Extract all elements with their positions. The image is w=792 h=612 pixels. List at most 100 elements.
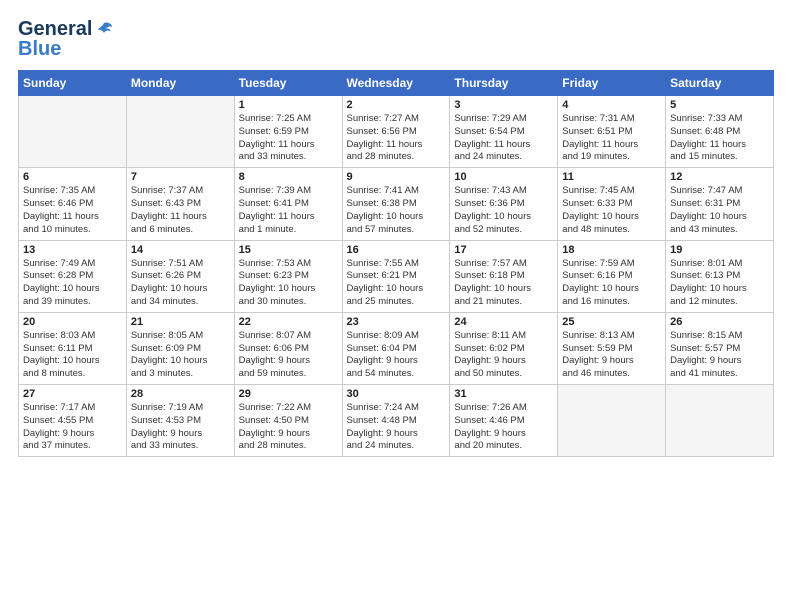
calendar-cell — [558, 385, 666, 457]
day-info: Sunrise: 7:26 AM Sunset: 4:46 PM Dayligh… — [454, 402, 553, 453]
calendar-cell: 22 Sunrise: 8:07 AM Sunset: 6:06 PM Dayli… — [234, 312, 342, 384]
header: General Blue — [18, 18, 774, 60]
day-info: Sunrise: 8:09 AM Sunset: 6:04 PM Dayligh… — [347, 330, 446, 381]
day-info: Sunrise: 7:45 AM Sunset: 6:33 PM Dayligh… — [562, 185, 661, 236]
weekday-header-tuesday: Tuesday — [234, 71, 342, 96]
calendar-cell: 30Sunrise: 7:24 AM Sunset: 4:48 PM Dayli… — [342, 385, 450, 457]
day-number: 22 — [239, 316, 338, 328]
logo-container: General Blue — [18, 18, 114, 60]
logo-bird-icon — [94, 20, 114, 38]
logo-general: General — [18, 18, 92, 40]
calendar-cell: 18 Sunrise: 7:59 AM Sunset: 6:16 PM Dayli… — [558, 240, 666, 312]
day-number: 28 — [131, 388, 230, 400]
calendar-cell: 13 Sunrise: 7:49 AM Sunset: 6:28 PM Dayli… — [19, 240, 127, 312]
day-number: 11 — [562, 171, 661, 183]
day-number: 13 — [23, 244, 122, 256]
day-info: Sunrise: 7:25 AM Sunset: 6:59 PM Dayligh… — [239, 113, 338, 164]
day-info: Sunrise: 7:33 AM Sunset: 6:48 PM Dayligh… — [670, 113, 769, 164]
day-number: 4 — [562, 99, 661, 111]
day-number: 15 — [239, 244, 338, 256]
week-row-2: 6 Sunrise: 7:35 AM Sunset: 6:46 PM Daylig… — [19, 168, 774, 240]
day-info: Sunrise: 7:57 AM Sunset: 6:18 PM Dayligh… — [454, 258, 553, 309]
day-number: 6 — [23, 171, 122, 183]
weekday-header-friday: Friday — [558, 71, 666, 96]
day-number: 23 — [347, 316, 446, 328]
weekday-header-wednesday: Wednesday — [342, 71, 450, 96]
day-info: Sunrise: 7:31 AM Sunset: 6:51 PM Dayligh… — [562, 113, 661, 164]
weekday-header-thursday: Thursday — [450, 71, 558, 96]
calendar-cell — [19, 96, 127, 168]
day-info: Sunrise: 7:39 AM Sunset: 6:41 PM Dayligh… — [239, 185, 338, 236]
calendar-cell: 6 Sunrise: 7:35 AM Sunset: 6:46 PM Daylig… — [19, 168, 127, 240]
calendar-cell: 12Sunrise: 7:47 AM Sunset: 6:31 PM Dayli… — [666, 168, 774, 240]
day-info: Sunrise: 7:19 AM Sunset: 4:53 PM Dayligh… — [131, 402, 230, 453]
calendar-cell: 27 Sunrise: 7:17 AM Sunset: 4:55 PM Dayli… — [19, 385, 127, 457]
day-info: Sunrise: 7:43 AM Sunset: 6:36 PM Dayligh… — [454, 185, 553, 236]
day-number: 18 — [562, 244, 661, 256]
day-info: Sunrise: 7:49 AM Sunset: 6:28 PM Dayligh… — [23, 258, 122, 309]
calendar-cell: 5 Sunrise: 7:33 AM Sunset: 6:48 PM Daylig… — [666, 96, 774, 168]
calendar-cell — [666, 385, 774, 457]
day-number: 21 — [131, 316, 230, 328]
day-number: 30 — [347, 388, 446, 400]
day-number: 12 — [670, 171, 769, 183]
calendar-cell: 4 Sunrise: 7:31 AM Sunset: 6:51 PM Daylig… — [558, 96, 666, 168]
calendar-cell: 7Sunrise: 7:37 AM Sunset: 6:43 PM Daylig… — [126, 168, 234, 240]
calendar-cell: 19 Sunrise: 8:01 AM Sunset: 6:13 PM Dayli… — [666, 240, 774, 312]
logo: General Blue — [18, 18, 114, 60]
week-row-5: 27 Sunrise: 7:17 AM Sunset: 4:55 PM Dayli… — [19, 385, 774, 457]
day-info: Sunrise: 8:01 AM Sunset: 6:13 PM Dayligh… — [670, 258, 769, 309]
calendar-table: SundayMondayTuesdayWednesdayThursdayFrid… — [18, 70, 774, 457]
calendar-cell: 10 Sunrise: 7:43 AM Sunset: 6:36 PM Dayli… — [450, 168, 558, 240]
day-info: Sunrise: 7:29 AM Sunset: 6:54 PM Dayligh… — [454, 113, 553, 164]
day-number: 31 — [454, 388, 553, 400]
calendar-cell: 3 Sunrise: 7:29 AM Sunset: 6:54 PM Daylig… — [450, 96, 558, 168]
day-info: Sunrise: 8:07 AM Sunset: 6:06 PM Dayligh… — [239, 330, 338, 381]
week-row-3: 13 Sunrise: 7:49 AM Sunset: 6:28 PM Dayli… — [19, 240, 774, 312]
calendar-cell: 14 Sunrise: 7:51 AM Sunset: 6:26 PM Dayli… — [126, 240, 234, 312]
day-number: 14 — [131, 244, 230, 256]
day-info: Sunrise: 7:53 AM Sunset: 6:23 PM Dayligh… — [239, 258, 338, 309]
day-info: Sunrise: 7:35 AM Sunset: 6:46 PM Dayligh… — [23, 185, 122, 236]
day-info: Sunrise: 8:13 AM Sunset: 5:59 PM Dayligh… — [562, 330, 661, 381]
weekday-header-sunday: Sunday — [19, 71, 127, 96]
calendar-cell: 1 Sunrise: 7:25 AM Sunset: 6:59 PM Daylig… — [234, 96, 342, 168]
logo-blue: Blue — [18, 38, 114, 60]
day-info: Sunrise: 7:22 AM Sunset: 4:50 PM Dayligh… — [239, 402, 338, 453]
day-number: 1 — [239, 99, 338, 111]
day-number: 24 — [454, 316, 553, 328]
calendar-cell: 17Sunrise: 7:57 AM Sunset: 6:18 PM Dayli… — [450, 240, 558, 312]
day-number: 8 — [239, 171, 338, 183]
day-number: 2 — [347, 99, 446, 111]
day-number: 29 — [239, 388, 338, 400]
day-info: Sunrise: 7:41 AM Sunset: 6:38 PM Dayligh… — [347, 185, 446, 236]
calendar-cell: 25Sunrise: 8:13 AM Sunset: 5:59 PM Dayli… — [558, 312, 666, 384]
calendar-cell: 20Sunrise: 8:03 AM Sunset: 6:11 PM Dayli… — [19, 312, 127, 384]
calendar-cell: 2Sunrise: 7:27 AM Sunset: 6:56 PM Daylig… — [342, 96, 450, 168]
calendar-cell: 26Sunrise: 8:15 AM Sunset: 5:57 PM Dayli… — [666, 312, 774, 384]
calendar-cell: 16Sunrise: 7:55 AM Sunset: 6:21 PM Dayli… — [342, 240, 450, 312]
day-info: Sunrise: 8:15 AM Sunset: 5:57 PM Dayligh… — [670, 330, 769, 381]
day-info: Sunrise: 7:51 AM Sunset: 6:26 PM Dayligh… — [131, 258, 230, 309]
day-number: 19 — [670, 244, 769, 256]
day-info: Sunrise: 7:59 AM Sunset: 6:16 PM Dayligh… — [562, 258, 661, 309]
calendar-cell: 24 Sunrise: 8:11 AM Sunset: 6:02 PM Dayli… — [450, 312, 558, 384]
calendar-cell: 21Sunrise: 8:05 AM Sunset: 6:09 PM Dayli… — [126, 312, 234, 384]
day-info: Sunrise: 8:11 AM Sunset: 6:02 PM Dayligh… — [454, 330, 553, 381]
day-number: 3 — [454, 99, 553, 111]
calendar-cell: 29 Sunrise: 7:22 AM Sunset: 4:50 PM Dayli… — [234, 385, 342, 457]
week-row-1: 1 Sunrise: 7:25 AM Sunset: 6:59 PM Daylig… — [19, 96, 774, 168]
day-number: 5 — [670, 99, 769, 111]
day-number: 27 — [23, 388, 122, 400]
week-row-4: 20Sunrise: 8:03 AM Sunset: 6:11 PM Dayli… — [19, 312, 774, 384]
day-number: 20 — [23, 316, 122, 328]
day-info: Sunrise: 7:17 AM Sunset: 4:55 PM Dayligh… — [23, 402, 122, 453]
weekday-header-monday: Monday — [126, 71, 234, 96]
calendar-header-row: SundayMondayTuesdayWednesdayThursdayFrid… — [19, 71, 774, 96]
calendar-cell: 11 Sunrise: 7:45 AM Sunset: 6:33 PM Dayli… — [558, 168, 666, 240]
day-number: 9 — [347, 171, 446, 183]
calendar-cell — [126, 96, 234, 168]
day-number: 10 — [454, 171, 553, 183]
weekday-header-saturday: Saturday — [666, 71, 774, 96]
calendar-cell: 31 Sunrise: 7:26 AM Sunset: 4:46 PM Dayli… — [450, 385, 558, 457]
